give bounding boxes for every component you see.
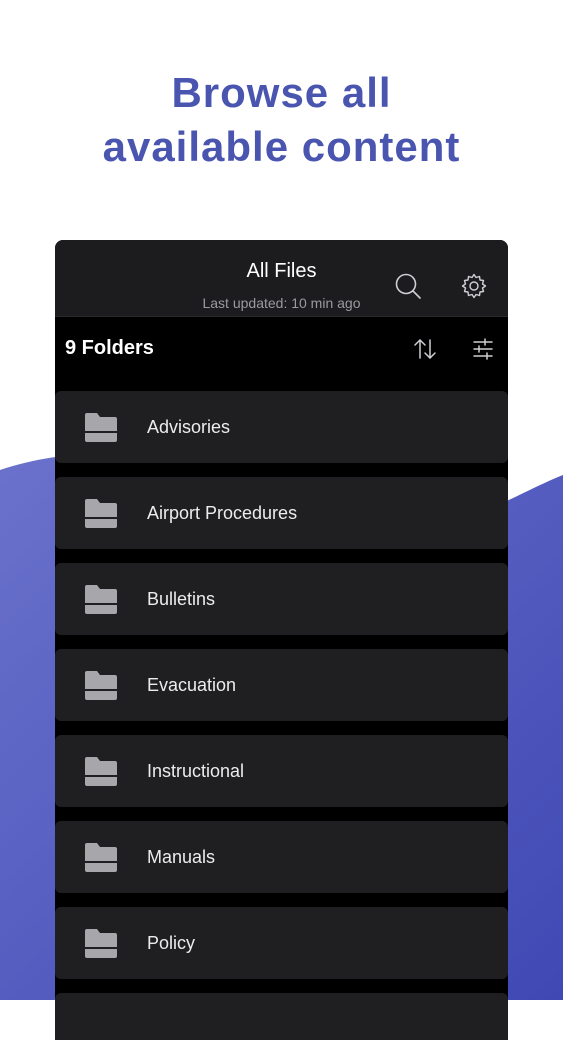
folder-label: Policy	[147, 933, 196, 953]
sliders-icon	[473, 338, 493, 360]
sort-button[interactable]	[408, 332, 442, 366]
folder-label: Instructional	[147, 761, 245, 781]
folder-icon	[85, 843, 117, 872]
sort-icon	[414, 339, 436, 359]
folder-label: Evacuation	[147, 675, 237, 695]
promo-headline: Browse all available content	[0, 66, 563, 174]
folder-label: Bulletins	[147, 589, 216, 609]
folder-icon	[85, 413, 117, 442]
folder-icon	[85, 585, 117, 614]
search-button[interactable]	[391, 269, 425, 303]
folder-icon	[85, 499, 117, 528]
app-screen: All Files Last updated: 10 min ago 9 Fol…	[55, 240, 508, 1040]
folder-icon	[85, 671, 117, 700]
search-icon	[395, 273, 421, 299]
folder-icon	[85, 757, 117, 786]
folder-row-instructional[interactable]: Instructional	[55, 735, 508, 807]
folder-row-partial[interactable]	[55, 993, 508, 1040]
folder-row-manuals[interactable]: Manuals	[55, 821, 508, 893]
folder-row-advisories[interactable]: Advisories	[55, 391, 508, 463]
folder-label: Advisories	[147, 417, 231, 437]
folder-label: Manuals	[147, 847, 216, 867]
gear-icon	[461, 273, 487, 299]
folder-row-evacuation[interactable]: Evacuation	[55, 649, 508, 721]
folder-row-airport-procedures[interactable]: Airport Procedures	[55, 477, 508, 549]
folder-count: 9 Folders	[65, 337, 154, 359]
headline-line-2: available content	[102, 123, 461, 170]
headline-line-1: Browse all	[171, 69, 392, 116]
settings-button[interactable]	[457, 269, 491, 303]
folder-list: Advisories Airport Procedures Bulletins …	[55, 391, 508, 1040]
folder-row-bulletins[interactable]: Bulletins	[55, 563, 508, 635]
top-bar: All Files Last updated: 10 min ago	[55, 240, 508, 317]
folder-row-policy[interactable]: Policy	[55, 907, 508, 979]
folder-icon	[85, 929, 117, 958]
last-updated-text: Last updated: 10 min ago	[202, 295, 361, 311]
page-title: All Files	[246, 260, 317, 282]
filter-button[interactable]	[466, 332, 500, 366]
folder-label: Airport Procedures	[147, 503, 298, 523]
